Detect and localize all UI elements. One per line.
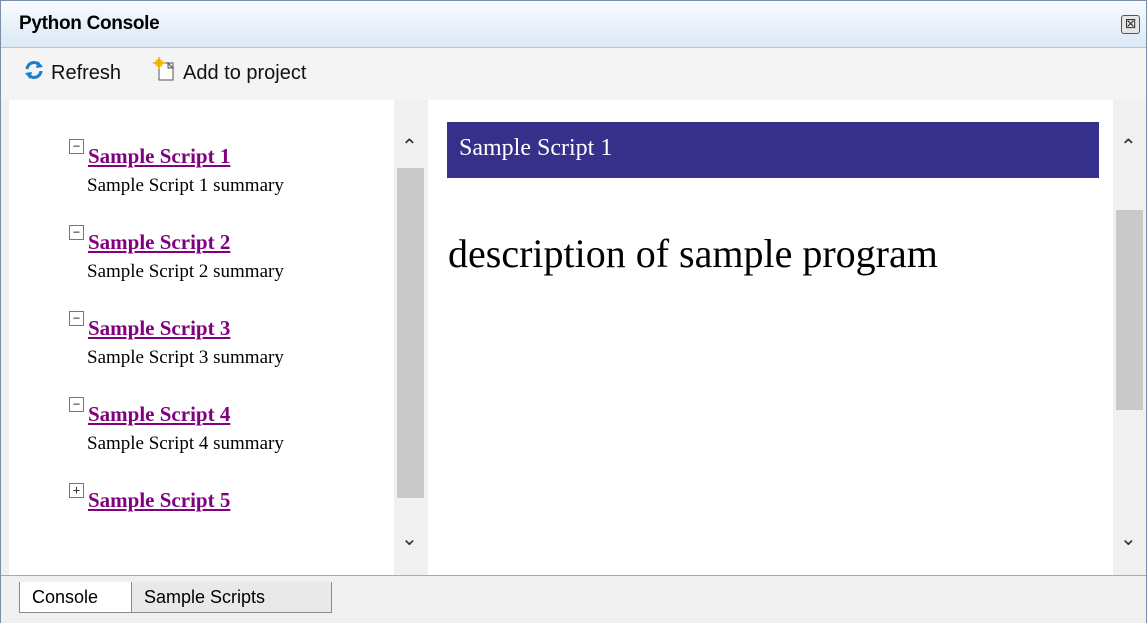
script-tree: − Sample Script 1 Sample Script 1 summar…	[69, 138, 284, 568]
collapse-icon[interactable]: −	[69, 397, 84, 412]
tab-sample-scripts[interactable]: Sample Scripts	[131, 582, 332, 613]
script-link[interactable]: Sample Script 5	[88, 488, 230, 513]
new-file-icon	[153, 57, 177, 89]
collapse-icon[interactable]: −	[69, 225, 84, 240]
title-bar: Python Console ⊠	[1, 1, 1146, 48]
script-summary: Sample Script 2 summary	[87, 261, 284, 282]
window-title: Python Console	[19, 13, 160, 34]
script-detail-pane: Sample Script 1 description of sample pr…	[428, 100, 1113, 575]
close-icon[interactable]: ⊠	[1121, 15, 1140, 34]
script-item: + Sample Script 5	[69, 482, 284, 568]
detail-description: description of sample program	[448, 231, 938, 276]
refresh-button[interactable]: Refresh	[23, 58, 121, 88]
script-link[interactable]: Sample Script 2	[88, 230, 230, 255]
script-summary: Sample Script 1 summary	[87, 175, 284, 196]
collapse-icon[interactable]: −	[69, 311, 84, 326]
add-to-project-label: Add to project	[183, 61, 307, 84]
script-link[interactable]: Sample Script 4	[88, 402, 230, 427]
script-item: − Sample Script 3 Sample Script 3 summar…	[69, 310, 284, 396]
collapse-icon[interactable]: −	[69, 139, 84, 154]
add-to-project-button[interactable]: Add to project	[153, 57, 307, 89]
scroll-up-icon[interactable]: ⌃	[401, 134, 418, 158]
script-link[interactable]: Sample Script 1	[88, 144, 230, 169]
tab-console[interactable]: Console	[19, 582, 141, 613]
script-item: − Sample Script 4 Sample Script 4 summar…	[69, 396, 284, 482]
scroll-down-icon[interactable]: ⌄	[401, 526, 418, 550]
scroll-thumb[interactable]	[1116, 210, 1143, 410]
script-list-pane: − Sample Script 1 Sample Script 1 summar…	[9, 100, 394, 575]
toolbar: Refresh Add to project	[1, 48, 1146, 100]
scroll-thumb[interactable]	[397, 168, 424, 498]
detail-title: Sample Script 1	[459, 135, 613, 161]
tab-bar: Console Sample Scripts	[1, 575, 1146, 623]
scroll-down-icon[interactable]: ⌄	[1120, 526, 1137, 550]
script-summary: Sample Script 4 summary	[87, 433, 284, 454]
script-item: − Sample Script 1 Sample Script 1 summar…	[69, 138, 284, 224]
python-console-window: Python Console ⊠ Refresh Add to project …	[0, 0, 1147, 623]
detail-title-bar: Sample Script 1	[447, 122, 1099, 178]
right-scrollbar[interactable]: ⌃ ⌄	[1113, 100, 1146, 575]
left-scrollbar[interactable]: ⌃ ⌄	[394, 100, 428, 575]
script-item: − Sample Script 2 Sample Script 2 summar…	[69, 224, 284, 310]
refresh-label: Refresh	[51, 61, 122, 84]
script-summary: Sample Script 3 summary	[87, 347, 284, 368]
script-link[interactable]: Sample Script 3	[88, 316, 230, 341]
expand-icon[interactable]: +	[69, 483, 84, 498]
refresh-icon	[23, 59, 45, 87]
scroll-up-icon[interactable]: ⌃	[1120, 134, 1137, 158]
